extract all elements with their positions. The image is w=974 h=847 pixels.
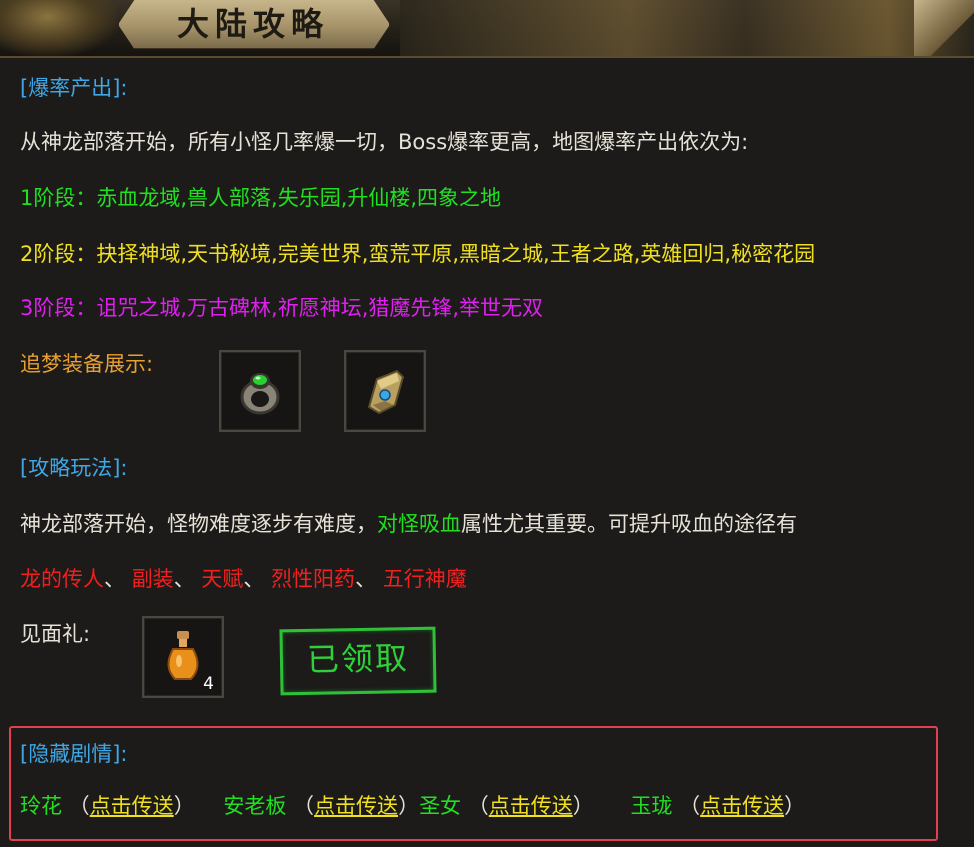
gift-item-slot[interactable]: 4 <box>142 616 224 698</box>
hidden-story-heading: [隐藏剧情]: <box>20 742 128 766</box>
source-item: 五行神魔 <box>382 567 467 591</box>
gear-showcase-label: 追梦装备展示: <box>20 352 154 376</box>
npc-teleport-row: 玲花 （点击传送） 安老板 （点击传送）圣女 （点击传送） 玉珑 （点击传送） <box>20 794 806 818</box>
gift-label: 见面礼: <box>20 622 91 646</box>
source-item: 烈性阳药 <box>271 567 356 591</box>
drops-stage1: 1阶段：赤血龙域,兽人部落,失乐园,升仙楼,四象之地 <box>20 186 502 210</box>
corner-ornament <box>914 0 974 56</box>
drops-heading: [爆率产出]: <box>20 76 128 100</box>
npc-name: 玉珑 <box>630 794 673 818</box>
hidden-story-box <box>9 726 938 841</box>
item-count: 4 <box>203 674 214 694</box>
strategy-heading: [攻略玩法]: <box>20 456 128 480</box>
strategy-highlight: 对怪吸血 <box>377 512 461 536</box>
item-slot-bracer[interactable] <box>344 350 426 432</box>
guide-content: [爆率产出]: 从神龙部落开始，所有小怪几率爆一切，Boss爆率更高，地图爆率产… <box>0 58 974 847</box>
teleport-link[interactable]: 点击传送 <box>489 794 573 818</box>
strategy-text: 神龙部落开始，怪物难度逐步有难度，对怪吸血属性尤其重要。可提升吸血的途径有 <box>20 508 797 538</box>
panel-header: 大陆攻略 <box>0 0 974 58</box>
npc-name: 安老板 <box>223 794 287 818</box>
page-title: 大陆攻略 <box>176 5 329 43</box>
item-slot-ring[interactable] <box>219 350 301 432</box>
drops-stage2: 2阶段：抉择神域,天书秘境,完美世界,蛮荒平原,黑暗之城,王者之路,英雄回归,秘… <box>20 242 816 266</box>
npc-name: 圣女 <box>419 794 462 818</box>
drops-stage3: 3阶段：诅咒之城,万古碑林,祈愿神坛,猎魔先锋,举世无双 <box>20 296 544 320</box>
banner-ornament-right <box>400 0 974 56</box>
teleport-link[interactable]: 点击传送 <box>700 794 784 818</box>
source-item: 龙的传人 <box>20 567 104 591</box>
teleport-link[interactable]: 点击传送 <box>314 794 398 818</box>
claimed-stamp: 已领取 <box>279 626 437 696</box>
lifesteal-sources: 龙的传人、 副装、 天赋、 烈性阳药、 五行神魔 <box>20 567 467 591</box>
strategy-text-after: 属性尤其重要。可提升吸血的途径有 <box>461 512 797 536</box>
drops-intro: 从神龙部落开始，所有小怪几率爆一切，Boss爆率更高，地图爆率产出依次为: <box>20 130 749 154</box>
source-item: 副装 <box>131 567 174 591</box>
teleport-link[interactable]: 点击传送 <box>90 794 174 818</box>
npc-name: 玲花 <box>20 794 62 818</box>
bracer-icon <box>367 369 405 415</box>
strategy-text-before: 神龙部落开始，怪物难度逐步有难度， <box>20 512 377 536</box>
source-item: 天赋 <box>201 567 244 591</box>
dragon-ornament-left <box>0 0 118 56</box>
ring-icon <box>240 373 280 415</box>
